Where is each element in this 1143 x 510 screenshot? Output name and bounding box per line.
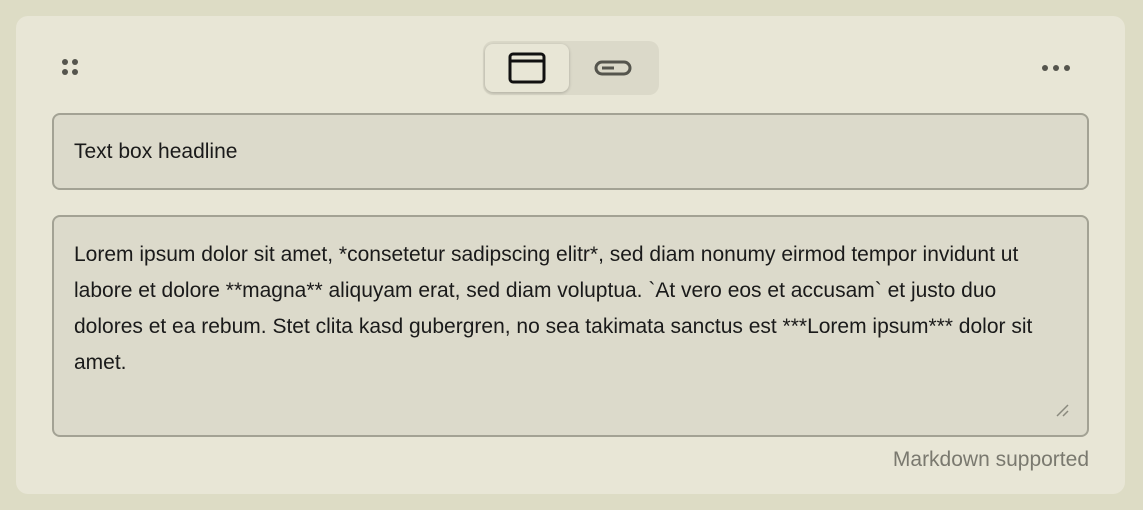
- compact-view-button[interactable]: [571, 44, 655, 92]
- window-view-button[interactable]: [485, 44, 569, 92]
- window-view-icon: [508, 52, 546, 84]
- drag-handle[interactable]: [60, 57, 80, 79]
- drag-handle-icon: [62, 59, 78, 75]
- more-options-button[interactable]: [1034, 54, 1078, 82]
- card-toolbar: [16, 16, 1125, 112]
- text-box-card: Text box headline Lorem ipsum dolor sit …: [16, 16, 1125, 494]
- body-textarea[interactable]: Lorem ipsum dolor sit amet, *consetetur …: [52, 215, 1089, 437]
- headline-input-value: Text box headline: [74, 139, 238, 163]
- headline-input[interactable]: Text box headline: [52, 113, 1089, 190]
- more-horizontal-icon: [1042, 65, 1070, 71]
- compact-bar-icon: [594, 60, 632, 76]
- view-toggle: [483, 41, 659, 95]
- resize-grip-icon[interactable]: [1055, 403, 1069, 417]
- markdown-hint: Markdown supported: [892, 448, 1089, 471]
- body-textarea-value: Lorem ipsum dolor sit amet, *consetetur …: [74, 243, 1033, 374]
